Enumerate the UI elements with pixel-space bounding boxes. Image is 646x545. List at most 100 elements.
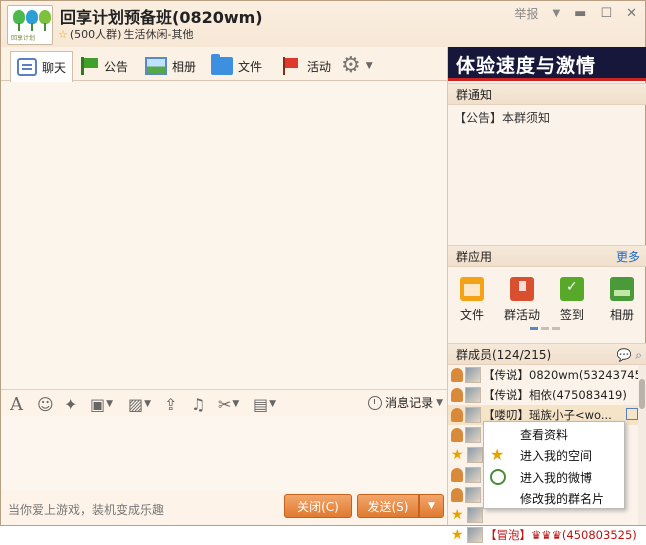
banner-text: 体验速度与激情 bbox=[456, 55, 597, 77]
menu-item-my-weibo[interactable]: 进入我的微博 bbox=[520, 469, 592, 486]
admin-icon bbox=[451, 428, 463, 442]
send-options-button[interactable]: ▼ bbox=[419, 494, 444, 518]
app-group-activity[interactable]: 群活动 bbox=[499, 277, 545, 323]
star-icon: ★ bbox=[451, 507, 464, 523]
minimize-icon[interactable]: ▬ bbox=[574, 6, 586, 21]
notice-item[interactable]: 【公告】本群须知 bbox=[454, 109, 550, 126]
settings-menu[interactable]: ⚙ ▼ bbox=[341, 51, 373, 81]
ad-link[interactable]: 当你爱上游戏，装机变成乐趣 bbox=[8, 501, 164, 518]
group-title: 回享计划预备班(0820wm) bbox=[60, 8, 263, 27]
tab-label: 相册 bbox=[172, 59, 197, 74]
star-icon: ☆ bbox=[58, 27, 68, 41]
app-checkin[interactable]: 签到 bbox=[549, 277, 595, 323]
tab-toolbar: 聊天 公告 相册 文件 活动 ⚙ ▼ bbox=[1, 47, 447, 82]
upload-icon[interactable]: ⇪ bbox=[164, 393, 177, 415]
menu-item-view-profile[interactable]: 查看资料 bbox=[520, 426, 568, 443]
send-button[interactable]: 发送(S) bbox=[357, 494, 419, 518]
member-name: 【传说】相依(475083419) bbox=[483, 388, 627, 402]
chevron-down-icon: ▼ bbox=[436, 397, 443, 408]
scrollbar-thumb[interactable] bbox=[639, 379, 645, 409]
editor-toolbar: A ☺ ✦ ▣ ▼ ▨ ▼ ⇪ ♫ ✂ ▼ ▤ ▼ 消息记录 ▼ bbox=[1, 390, 447, 416]
admin-icon bbox=[451, 408, 463, 422]
app-label: 群活动 bbox=[503, 308, 540, 322]
scissors-icon[interactable]: ✂ ▼ bbox=[218, 393, 239, 415]
window-controls: 举报 ▼ ▬ ☐ ✕ bbox=[514, 5, 637, 22]
avatar bbox=[467, 507, 483, 523]
clock-icon bbox=[368, 395, 383, 410]
avatar bbox=[467, 527, 483, 543]
close-icon[interactable]: ✕ bbox=[626, 6, 637, 21]
magic-wand-icon[interactable]: ✦ bbox=[64, 393, 77, 415]
edit-card-icon[interactable] bbox=[626, 408, 638, 420]
notice-header: 群通知 bbox=[448, 83, 646, 105]
member-context-menu: 查看资料 ★ 进入我的空间 进入我的微博 修改我的群名片 bbox=[483, 421, 625, 509]
font-icon[interactable]: A bbox=[10, 393, 23, 415]
history-label: 消息记录 bbox=[385, 396, 434, 410]
chat-bubble-icon bbox=[17, 58, 37, 76]
tab-label: 活动 bbox=[307, 59, 332, 74]
logo-text: 回享计划 bbox=[11, 35, 36, 42]
gift-icon[interactable]: ▣ ▼ bbox=[90, 393, 113, 415]
dropdown-arrow-icon[interactable]: ▼ bbox=[552, 8, 560, 19]
app-album[interactable]: 相册 bbox=[599, 277, 645, 323]
group-info: ☆ (500人群) 生活休闲-其他 bbox=[58, 26, 193, 42]
group-activity-icon bbox=[510, 277, 534, 301]
tab-label: 聊天 bbox=[42, 60, 67, 75]
message-history-button[interactable]: 消息记录 ▼ bbox=[368, 394, 443, 411]
screen-icon[interactable]: ▤ ▼ bbox=[253, 393, 276, 415]
avatar bbox=[465, 487, 481, 503]
avatar bbox=[465, 467, 481, 483]
chat-and-search-icons[interactable]: 💬 ⌕ bbox=[617, 344, 642, 366]
star-icon: ★ bbox=[451, 527, 464, 543]
app-label: 签到 bbox=[559, 308, 584, 322]
app-label: 相册 bbox=[609, 308, 634, 322]
avatar bbox=[467, 447, 483, 463]
folder-icon bbox=[211, 54, 233, 75]
app-file[interactable]: 文件 bbox=[449, 277, 495, 323]
tab-files[interactable]: 文件 bbox=[211, 51, 262, 81]
emoji-icon[interactable]: ☺ bbox=[37, 393, 54, 415]
close-button[interactable]: 关闭(C) bbox=[284, 494, 352, 518]
file-app-icon bbox=[460, 277, 484, 301]
list-item[interactable]: ★ 【冒泡】♛♛♛(450803525) bbox=[448, 525, 638, 545]
message-input[interactable] bbox=[1, 416, 447, 491]
announcement-flag-icon bbox=[79, 56, 99, 76]
member-name: 【冒泡】♛♛♛(450803525) bbox=[485, 528, 637, 542]
activity-flag-icon bbox=[280, 56, 302, 76]
report-button[interactable]: 举报 bbox=[514, 5, 538, 22]
members-header: 群成员(124/215) 💬 ⌕ bbox=[448, 343, 646, 365]
star-icon: ★ bbox=[451, 447, 464, 463]
tab-album[interactable]: 相册 bbox=[145, 51, 196, 81]
group-logo[interactable]: 回享计划 bbox=[7, 5, 53, 45]
qzone-star-icon: ★ bbox=[490, 445, 505, 464]
menu-item-edit-card[interactable]: 修改我的群名片 bbox=[520, 490, 604, 507]
bottom-bar: 当你爱上游戏，装机变成乐趣 关闭(C) 发送(S) ▼ bbox=[1, 491, 447, 525]
app-label: 文件 bbox=[459, 308, 484, 322]
title-bar: 回享计划 回享计划预备班(0820wm) ☆ (500人群) 生活休闲-其他 举… bbox=[1, 1, 645, 47]
avatar bbox=[465, 427, 481, 443]
tab-chat[interactable]: 聊天 bbox=[10, 51, 74, 82]
tab-activity[interactable]: 活动 bbox=[280, 51, 331, 81]
maximize-icon[interactable]: ☐ bbox=[600, 6, 612, 21]
tab-label: 公告 bbox=[104, 59, 129, 74]
chevron-down-icon: ▼ bbox=[365, 61, 373, 71]
list-item[interactable]: 【传说】相依(475083419) bbox=[448, 385, 638, 405]
checkin-icon bbox=[560, 277, 584, 301]
ad-banner[interactable]: 体验速度与激情 bbox=[448, 47, 646, 81]
avatar bbox=[465, 407, 481, 423]
admin-icon bbox=[451, 368, 463, 382]
photo-album-icon bbox=[145, 57, 167, 75]
menu-item-my-space[interactable]: 进入我的空间 bbox=[520, 447, 592, 464]
apps-header: 群应用 更多 bbox=[448, 245, 646, 267]
members-count: 群成员(124/215) bbox=[456, 348, 552, 362]
member-capacity: (500人群) bbox=[69, 28, 122, 41]
tab-label: 文件 bbox=[238, 59, 263, 74]
group-category: 生活休闲-其他 bbox=[123, 28, 194, 41]
message-history-area[interactable] bbox=[1, 82, 447, 390]
tab-announcement[interactable]: 公告 bbox=[79, 51, 128, 81]
list-item[interactable]: 【传说】0820wm(532437455) bbox=[448, 365, 638, 385]
admin-icon bbox=[451, 488, 463, 502]
image-icon[interactable]: ▨ ▼ bbox=[128, 393, 151, 415]
more-link[interactable]: 更多 bbox=[616, 246, 640, 268]
music-icon[interactable]: ♫ bbox=[191, 393, 205, 415]
